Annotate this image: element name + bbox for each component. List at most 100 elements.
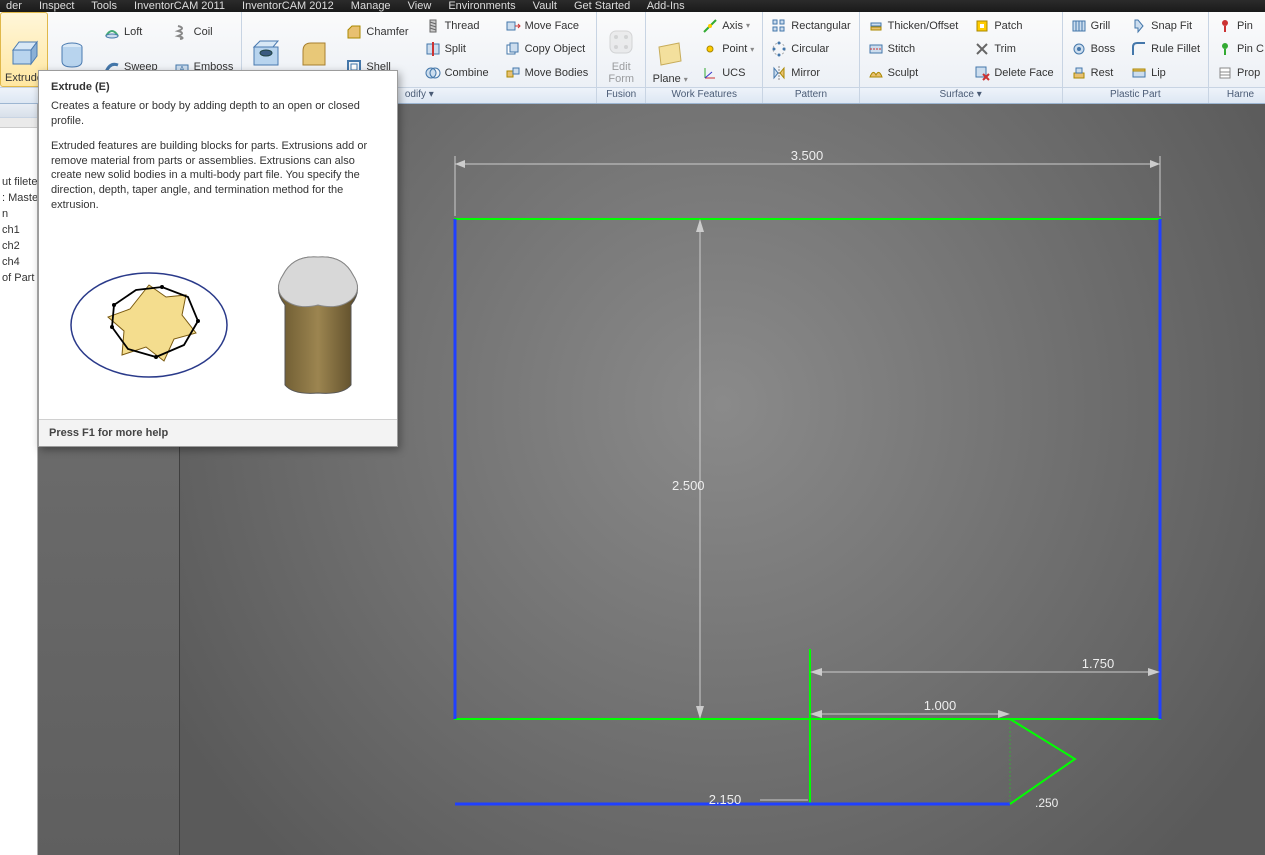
rest-button[interactable]: Rest (1067, 62, 1119, 84)
browser-item[interactable]: ch2 (0, 238, 37, 254)
combine-button[interactable]: Combine (421, 62, 493, 84)
ribbon-group-label: Surface ▾ (860, 87, 1062, 103)
delface-icon (974, 65, 990, 81)
browser-item[interactable]: n (0, 206, 37, 222)
menu-item[interactable]: InventorCAM 2012 (242, 0, 334, 12)
dim-top: 3.500 (791, 148, 824, 163)
model-browser[interactable]: ut fileted: Masternch1ch2ch4of Part (0, 104, 38, 855)
circp-icon (771, 41, 787, 57)
menu-item[interactable]: View (408, 0, 432, 12)
browser-item[interactable]: : Master (0, 190, 37, 206)
grill-button[interactable]: Grill (1067, 15, 1119, 37)
circ-pattern-button[interactable]: Circular (767, 38, 854, 60)
menu-item[interactable]: Get Started (574, 0, 630, 12)
menu-item[interactable]: Add-Ins (647, 0, 685, 12)
copyobject-button[interactable]: Copy Object (501, 38, 593, 60)
rectp-icon (771, 18, 787, 34)
deleteface-button[interactable]: Delete Face (970, 62, 1057, 84)
ribbon-group-label: Fusion (597, 87, 645, 103)
menu-item[interactable]: InventorCAM 2011 (134, 0, 225, 12)
browser-item[interactable]: ch4 (0, 254, 37, 270)
pin-icon (1217, 18, 1233, 34)
pin-button[interactable]: Pin (1213, 15, 1265, 37)
rulef-icon (1131, 41, 1147, 57)
thread-button[interactable]: Thread (421, 15, 493, 37)
patch-button[interactable]: Patch (970, 15, 1057, 37)
dim-mid: 1.000 (924, 698, 957, 713)
extrude-tooltip: Extrude (E) Creates a feature or body by… (38, 70, 398, 447)
dim-right: 1.750 (1082, 656, 1115, 671)
axis-icon (702, 18, 718, 34)
axis-button[interactable]: Axis (698, 15, 758, 37)
boss-button[interactable]: Boss (1067, 38, 1119, 60)
tooltip-footer: Press F1 for more help (39, 419, 397, 446)
split-button[interactable]: Split (421, 38, 493, 60)
rest-icon (1071, 65, 1087, 81)
split-icon (425, 41, 441, 57)
patch-icon (974, 18, 990, 34)
menu-item[interactable]: Vault (533, 0, 557, 12)
menu-item[interactable]: der (6, 0, 22, 12)
menu-bar: der Inspect Tools InventorCAM 2011 Inven… (0, 0, 1265, 12)
ribbon-group-label: Work Features (646, 87, 762, 103)
rect-pattern-button[interactable]: Rectangular (767, 15, 854, 37)
dim-vert: 2.500 (672, 478, 705, 493)
combine-icon (425, 65, 441, 81)
plane-icon (653, 37, 687, 71)
chamfer-button[interactable]: Chamfer (342, 21, 412, 43)
menu-item[interactable]: Manage (351, 0, 391, 12)
menu-item[interactable]: Environments (448, 0, 515, 12)
plane-button[interactable]: Plane (646, 12, 694, 87)
trim-icon (974, 41, 990, 57)
menu-item[interactable]: Inspect (39, 0, 74, 12)
point-button[interactable]: Point (698, 38, 758, 60)
lip-button[interactable]: Lip (1127, 62, 1204, 84)
sculpt-button[interactable]: Sculpt (864, 62, 963, 84)
stitch-button[interactable]: Stitch (864, 38, 963, 60)
coil-button[interactable]: Coil (170, 21, 238, 43)
browser-item[interactable]: ut fileted (0, 174, 37, 190)
stitch-icon (868, 41, 884, 57)
movebodies-button[interactable]: Move Bodies (501, 62, 593, 84)
ucs-icon (702, 65, 718, 81)
hole-icon (249, 37, 283, 71)
snapfit-icon (1131, 18, 1147, 34)
browser-item[interactable]: of Part (0, 270, 37, 286)
moveface-button[interactable]: Move Face (501, 15, 593, 37)
pinc-button[interactable]: Pin C (1213, 38, 1265, 60)
point-icon (702, 41, 718, 57)
mirror-button[interactable]: Mirror (767, 62, 854, 84)
loft-icon (104, 24, 120, 40)
fillet-icon (297, 37, 331, 71)
boss-icon (1071, 41, 1087, 57)
thread-icon (425, 18, 441, 34)
snapfit-button[interactable]: Snap Fit (1127, 15, 1204, 37)
dim-small: .250 (1035, 796, 1059, 810)
prop-button[interactable]: Prop (1213, 62, 1265, 84)
movebodies-icon (505, 65, 521, 81)
extrude-icon (7, 36, 41, 70)
editform-button[interactable]: Edit Form (597, 12, 645, 87)
copy-icon (505, 41, 521, 57)
thicken-button[interactable]: Thicken/Offset (864, 15, 963, 37)
trim-button[interactable]: Trim (970, 38, 1057, 60)
sculpt-icon (868, 65, 884, 81)
editform-icon (604, 25, 638, 59)
loft-button[interactable]: Loft (100, 21, 162, 43)
tooltip-title: Extrude (E) (51, 81, 385, 93)
revolve-icon (55, 37, 89, 71)
browser-item[interactable]: ch1 (0, 222, 37, 238)
pinc-icon (1217, 41, 1233, 57)
coil-icon (174, 24, 190, 40)
chamfer-icon (346, 24, 362, 40)
thicken-icon (868, 18, 884, 34)
grill-icon (1071, 18, 1087, 34)
mirror-icon (771, 65, 787, 81)
rulefillet-button[interactable]: Rule Fillet (1127, 38, 1204, 60)
moveface-icon (505, 18, 521, 34)
browser-header (0, 104, 37, 118)
lip-icon (1131, 65, 1147, 81)
menu-item[interactable]: Tools (91, 0, 117, 12)
ribbon-group-label: Pattern (763, 87, 858, 103)
ucs-button[interactable]: UCS (698, 62, 758, 84)
